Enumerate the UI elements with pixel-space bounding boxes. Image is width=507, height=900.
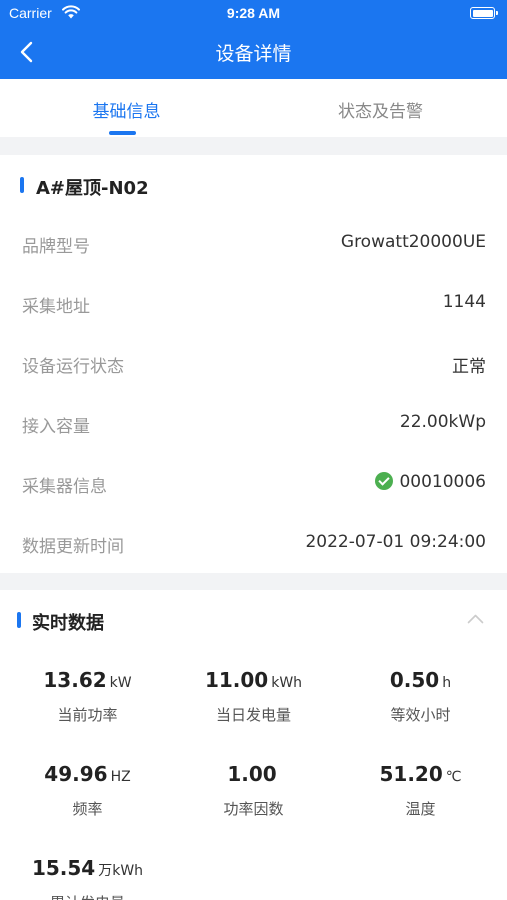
- tab-basic-info[interactable]: 基础信息: [0, 79, 253, 137]
- metric-value: 0.50: [389, 668, 440, 692]
- metric-power-factor: 1.00 功率因数: [169, 762, 338, 819]
- battery-icon: [470, 7, 498, 19]
- metric-unit: ℃: [445, 769, 462, 785]
- metric-value: 51.20: [379, 762, 443, 786]
- metric-frequency: 49.96 HZ 频率: [3, 762, 172, 819]
- metric-temperature: 51.20 ℃ 温度: [336, 762, 505, 819]
- metric-value-line: 0.50 h: [336, 668, 505, 692]
- realtime-header[interactable]: 实时数据: [0, 590, 507, 650]
- info-label: 接入容量: [22, 417, 90, 437]
- info-label: 采集地址: [22, 297, 90, 317]
- info-value-collector: 00010006: [375, 472, 486, 492]
- realtime-title: 实时数据: [32, 613, 104, 634]
- check-circle-icon: [375, 472, 394, 490]
- info-label: 采集器信息: [22, 477, 107, 497]
- metric-value-line: 1.00: [169, 762, 338, 786]
- metric-unit: 万kWh: [98, 863, 144, 879]
- metric-label: 功率因数: [223, 800, 284, 818]
- metric-label: 频率: [72, 800, 103, 818]
- page-title: 设备详情: [215, 43, 292, 65]
- device-info-card: A#屋顶-N02 品牌型号 Growatt20000UE 采集地址 1144 设…: [0, 155, 507, 573]
- metric-label: 累计发电量: [3, 892, 172, 900]
- metric-value-line: 51.20 ℃: [336, 762, 505, 786]
- metric-label: 当前功率: [57, 706, 118, 724]
- metric-unit: HZ: [110, 769, 131, 785]
- info-value: Growatt20000UE: [340, 232, 486, 252]
- info-row-collect-address: 采集地址 1144: [0, 274, 507, 334]
- metric-label: 等效小时: [390, 706, 451, 724]
- metric-label: 温度: [405, 800, 436, 818]
- info-label: 数据更新时间: [22, 537, 124, 557]
- info-row-update-time: 数据更新时间 2022-07-01 09:24:00: [0, 514, 507, 574]
- metric-label: 当日发电量: [215, 706, 291, 724]
- tab-bar: 基础信息 状态及告警: [0, 79, 507, 137]
- metric-value: 13.62: [43, 668, 107, 692]
- metric-unit: kWh: [271, 675, 303, 691]
- active-tab-indicator: [109, 131, 136, 135]
- metric-daily-yield: 11.00 kWh 当日发电量: [169, 668, 338, 725]
- metric-value-line: 11.00 kWh: [169, 668, 338, 692]
- info-value: 22.00kWp: [399, 412, 486, 432]
- section-accent-bar: [17, 612, 21, 628]
- tab-status-alarm[interactable]: 状态及告警: [254, 79, 507, 137]
- status-time: 9:28 AM: [226, 5, 281, 21]
- info-row-collector: 采集器信息 00010006: [0, 454, 507, 514]
- metric-unit: kW: [109, 675, 132, 691]
- metric-value-line: 15.54 万kWh: [3, 856, 172, 880]
- metric-unit: h: [442, 675, 452, 691]
- metric-equivalent-hours: 0.50 h 等效小时: [336, 668, 505, 725]
- info-value: 1144: [442, 292, 486, 312]
- chevron-up-icon[interactable]: [467, 614, 484, 624]
- metric-current-power: 13.62 kW 当前功率: [3, 668, 172, 725]
- metric-value: 15.54: [31, 856, 96, 880]
- metric-value-line: 13.62 kW: [3, 668, 172, 692]
- realtime-data-card: 实时数据 13.62 kW 当前功率 11.00 kWh 当日发电量 0.50 h 等…: [0, 590, 507, 900]
- info-row-run-status: 设备运行状态 正常: [0, 334, 507, 394]
- info-row-capacity: 接入容量 22.00kWp: [0, 394, 507, 454]
- collector-id: 00010006: [399, 472, 486, 492]
- metric-value: 1.00: [227, 762, 277, 786]
- info-value: 正常: [452, 357, 486, 377]
- section-accent-bar: [20, 177, 24, 193]
- metric-total-yield: 15.54万kWh 累计发电量: [3, 856, 172, 900]
- metric-value-line: 49.96 HZ: [3, 762, 172, 786]
- app-header: Carrier 9:28 AM 设备详情: [0, 0, 507, 79]
- info-row-brand-model: 品牌型号 Growatt20000UE: [0, 214, 507, 274]
- device-info-header: A#屋顶-N02: [0, 155, 507, 215]
- device-name: A#屋顶-N02: [36, 178, 149, 199]
- metric-value: 11.00: [204, 668, 269, 692]
- info-value: 2022-07-01 09:24:00: [305, 532, 486, 552]
- metric-value: 49.96: [44, 762, 108, 786]
- info-label: 设备运行状态: [22, 357, 124, 377]
- status-bar: Carrier 9:28 AM: [0, 0, 507, 28]
- info-label: 品牌型号: [22, 237, 90, 257]
